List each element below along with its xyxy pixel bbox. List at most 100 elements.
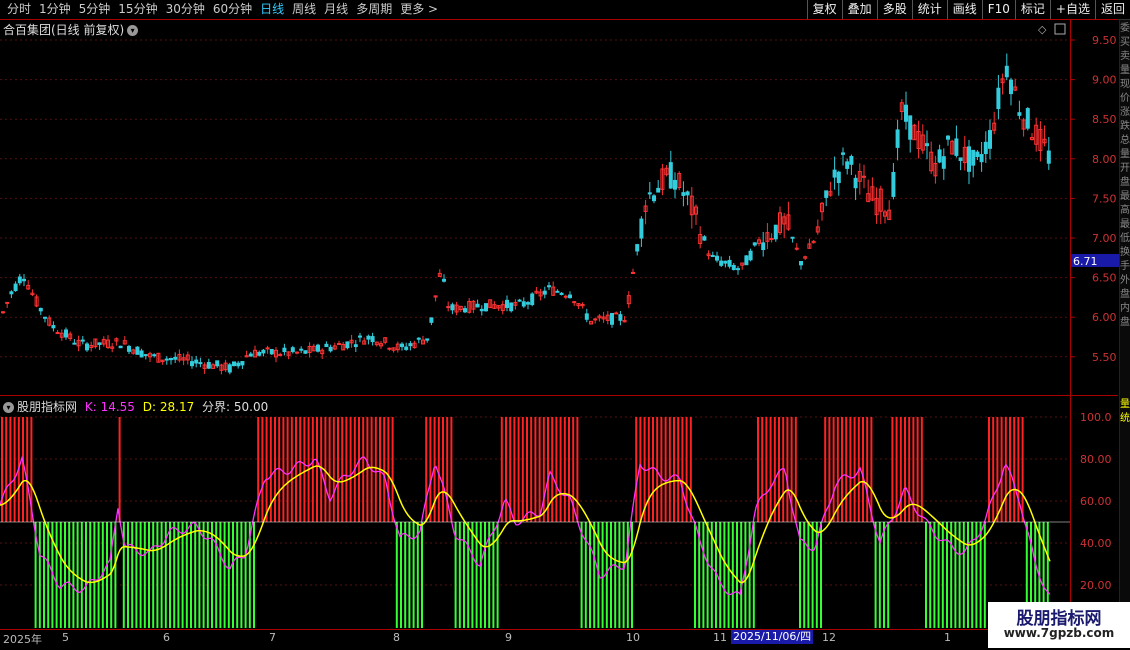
indicator-bar-down [156, 522, 159, 628]
candle-body [400, 343, 404, 348]
candle-body [614, 312, 619, 315]
price-tick-label: 6.00 [1092, 311, 1117, 324]
indicator-bar-up [1013, 417, 1016, 522]
candle-body [996, 87, 1001, 110]
candle-body [227, 364, 232, 373]
indicator-bar-down [400, 522, 402, 628]
indicator-bar-down [110, 522, 113, 628]
candle-body [652, 195, 656, 202]
indicator-bar-down [719, 522, 722, 628]
candle-body [1046, 150, 1051, 164]
candle-body [215, 360, 220, 367]
candle-body [547, 285, 551, 288]
candle-body [295, 351, 299, 354]
indicator-bar-down [97, 522, 100, 628]
indicator-bar-down [811, 522, 814, 628]
candle-body [656, 187, 661, 193]
indicator-bar-down [702, 522, 705, 628]
indicator-bar-down [584, 522, 587, 628]
indicator-bar-down [971, 522, 974, 628]
indicator-bar-down [219, 522, 222, 628]
candle-body [752, 242, 757, 246]
candle-body [240, 361, 245, 366]
price-tick-label: 6.50 [1092, 272, 1117, 285]
indicator-bar-up [563, 417, 566, 522]
indicator-bar-up [664, 417, 667, 522]
indicator-bar-down [139, 522, 142, 628]
indicator-bar-up [849, 417, 852, 522]
indicator-bar-down [605, 522, 608, 628]
candle-body [328, 346, 333, 352]
candle-body [925, 143, 929, 147]
indicator-bar-up [765, 417, 768, 522]
indicator-bar-up [824, 417, 827, 522]
candle-body [127, 345, 131, 352]
candle-body [727, 259, 732, 267]
date-label: 2025年 [3, 633, 42, 646]
candle-body [731, 264, 736, 271]
indicator-bar-up [337, 417, 339, 522]
chart-canvas[interactable]: 9.50 9.00 8.50 8.00 7.50 7.00 6.50 6.00 5.50 6.71… [0, 0, 1130, 650]
indicator-bar-down [190, 522, 192, 628]
candle-body [799, 261, 803, 266]
indicator-bar-down [421, 522, 423, 628]
chevron-down-icon[interactable]: ▾ [3, 402, 14, 413]
quote-sidebar[interactable]: 委买卖量现价涨跌总量开盘最高最低换手外盘内盘 量统 [1119, 20, 1130, 630]
indicator-bar-up [1004, 417, 1007, 522]
indicator-bar-down [244, 522, 247, 628]
indicator-bar-up [778, 417, 780, 522]
candle-body [824, 190, 829, 198]
indicator-bar-up [425, 417, 428, 522]
price-tick-label: 5.50 [1092, 351, 1117, 364]
indicator-bar-up [299, 417, 302, 522]
indicator-bar-down [80, 522, 83, 628]
indicator-bar-up [328, 417, 331, 522]
indicator-tick-label: 20.00 [1080, 579, 1112, 592]
candle-body [269, 348, 274, 355]
indicator-bar-down [253, 522, 255, 628]
candle-body [9, 291, 14, 295]
indicator-bar-down [152, 522, 155, 628]
candle-body [64, 329, 68, 338]
indicator-bar-up [862, 417, 864, 522]
indicator-bar-down [38, 522, 41, 628]
indicator-bar-up [345, 417, 348, 522]
candle-body [744, 255, 749, 266]
indicator-bar-down [160, 522, 163, 628]
indicator-bar-up [391, 417, 394, 522]
candle-body [946, 135, 950, 140]
candle-body [173, 356, 178, 360]
candle-body [983, 141, 988, 155]
indicator-bar-up [899, 417, 902, 522]
candle-body [450, 304, 455, 311]
candle-body [967, 146, 971, 172]
indicator-bar-down [232, 522, 234, 628]
indicator-bar-up [635, 417, 638, 522]
candle-body [542, 290, 547, 295]
indicator-bar-up [534, 417, 537, 522]
indicator-bar-down [89, 522, 92, 628]
candle-body [975, 151, 980, 158]
candle-body [303, 350, 308, 354]
candle-body [715, 255, 719, 261]
candle-body [416, 337, 421, 340]
indicator-bar-up [1021, 417, 1024, 522]
candle-body [366, 335, 371, 340]
indicator-bar-up [794, 417, 797, 522]
indicator-bar-down [706, 522, 709, 628]
sidebar-text: 委买卖量现价涨跌总量开盘最高最低换手外盘内盘 [1120, 23, 1130, 328]
indicator-bar-up [450, 417, 453, 522]
indicator-bar-up [652, 417, 654, 522]
indicator-bar-down [458, 522, 461, 628]
indicator-bar-down [593, 522, 596, 628]
candle-body [845, 161, 850, 169]
indicator-bar-down [614, 522, 617, 628]
candle-body [584, 313, 589, 320]
current-price-label: 6.71 [1073, 255, 1098, 268]
indicator-bar-down [223, 522, 226, 628]
candle-body [80, 339, 85, 342]
indicator-bar-down [181, 522, 184, 628]
candle-body [143, 354, 148, 357]
indicator-bar-up [551, 417, 554, 522]
price-tick-label: 9.00 [1092, 74, 1117, 87]
